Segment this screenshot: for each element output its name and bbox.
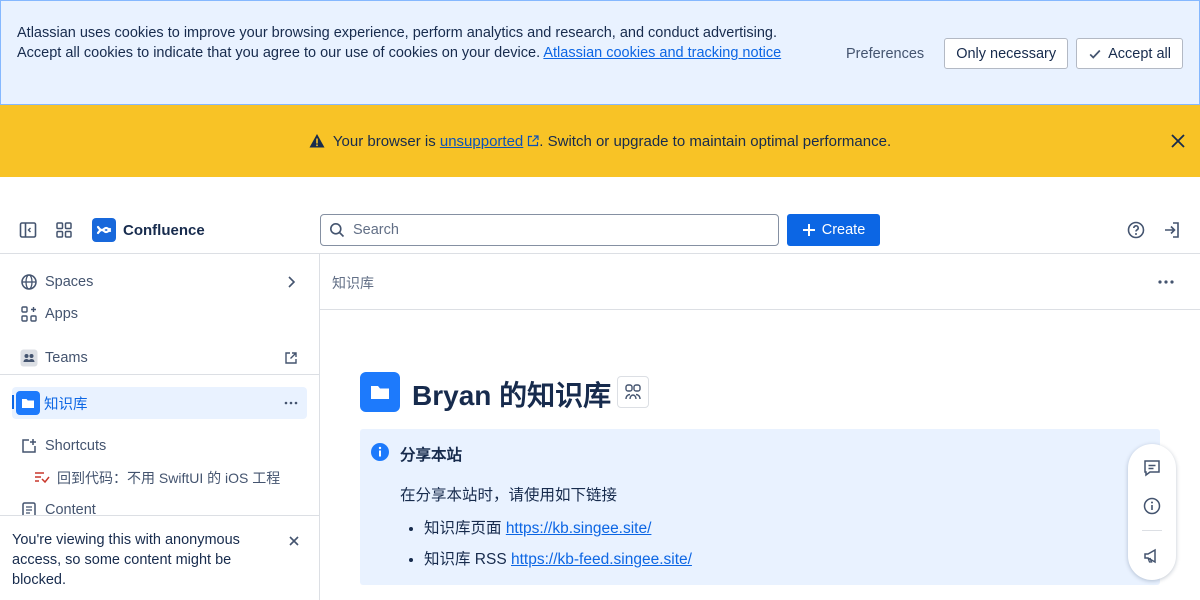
cookie-text: Atlassian uses cookies to improve your b… [17, 23, 787, 63]
accept-all-label: Accept all [1108, 45, 1171, 62]
preferences-button[interactable]: Preferences [834, 40, 936, 68]
sidebar-divider [0, 374, 319, 375]
sidebar-item-label: Shortcuts [45, 438, 107, 454]
sidebar-item-label: Teams [45, 350, 88, 366]
warning-icon [309, 134, 325, 148]
list-item: 知识库 RSS https://kb-feed.singee.site/ [424, 550, 692, 581]
main-content: 知识库 Bryan 的知识库 分享本站 在分享本站时，请使用如下链接 知识库页面… [320, 254, 1200, 600]
list-item-label: 知识库 RSS [424, 551, 511, 568]
create-label: Create [821, 222, 866, 238]
breadcrumb-bar: 知识库 [320, 254, 1200, 310]
search-input[interactable] [353, 222, 778, 238]
apps-icon [20, 305, 38, 323]
list-item: 知识库页面 https://kb.singee.site/ [424, 519, 692, 550]
folder-icon [16, 391, 40, 415]
app-switcher-icon[interactable] [54, 220, 74, 240]
breadcrumb[interactable]: 知识库 [332, 273, 374, 293]
cookie-banner: Atlassian uses cookies to improve your b… [0, 0, 1200, 105]
sidebar-shortcut-item[interactable]: 回到代码：不用 SwiftUI 的 iOS 工程 [24, 463, 307, 493]
only-necessary-button[interactable]: Only necessary [944, 38, 1069, 69]
shortcut-icon [20, 437, 38, 455]
list-item-label: 知识库页面 [424, 520, 506, 537]
more-actions-icon[interactable] [1156, 272, 1176, 292]
panel-title: 分享本站 [400, 447, 463, 464]
app-name: Confluence [123, 221, 205, 239]
link-list: 知识库页面 https://kb.singee.site/ 知识库 RSS ht… [424, 519, 692, 581]
sidebar-item-label: Spaces [45, 274, 94, 290]
unsupported-link[interactable]: unsupported [440, 133, 523, 150]
create-button[interactable]: Create [787, 214, 880, 246]
sidebar-item-shortcuts[interactable]: Shortcuts [12, 431, 307, 461]
globe-icon [20, 273, 38, 291]
page-title: Bryan 的知识库 [412, 380, 612, 411]
cookie-notice-link[interactable]: Atlassian cookies and tracking notice [543, 45, 781, 61]
info-icon[interactable] [1142, 496, 1162, 516]
accept-all-button[interactable]: Accept all [1076, 38, 1183, 69]
external-link-icon [285, 352, 297, 364]
confluence-logo-icon [92, 218, 116, 242]
sidebar-item-label: Apps [45, 306, 79, 322]
external-link-icon [528, 135, 539, 147]
chevron-right-icon [288, 276, 296, 288]
close-icon[interactable] [287, 534, 301, 548]
people-icon [625, 384, 641, 400]
teams-icon [20, 349, 38, 367]
warning-prefix: Your browser is [332, 132, 436, 150]
sidebar-item-teams[interactable]: Teams [12, 343, 307, 373]
info-panel: 分享本站 在分享本站时，请使用如下链接 知识库页面 https://kb.sin… [360, 429, 1160, 585]
panel-description: 在分享本站时，请使用如下链接 [400, 487, 618, 504]
confluence-logo[interactable]: Confluence [92, 218, 205, 242]
search-box[interactable] [320, 214, 779, 246]
help-icon[interactable] [1126, 220, 1146, 240]
info-icon [371, 443, 389, 461]
warning-suffix: . Switch or upgrade to maintain optimal … [539, 132, 892, 150]
more-icon[interactable] [283, 395, 299, 411]
plus-icon [802, 224, 815, 236]
only-necessary-label: Only necessary [956, 45, 1057, 62]
page-link-icon [32, 469, 50, 487]
close-icon[interactable] [1170, 133, 1186, 149]
sidebar-item-space-knowledge-base[interactable]: 知识库 [12, 387, 307, 419]
check-icon [1089, 49, 1101, 59]
sidebar-item-label: 知识库 [44, 396, 88, 413]
shortcut-label: 回到代码：不用 SwiftUI 的 iOS 工程 [57, 470, 281, 486]
comment-icon[interactable] [1142, 458, 1162, 478]
search-icon [330, 223, 345, 238]
cookie-actions: Preferences Only necessary Accept all [834, 38, 1183, 69]
sidebar-toggle-icon[interactable] [18, 220, 38, 240]
top-navigation: Confluence Create [0, 177, 1200, 254]
notice-text: You're viewing this with anonymous acces… [12, 532, 240, 588]
space-team-button[interactable] [617, 376, 649, 408]
space-folder-icon [360, 372, 400, 412]
kb-rss-link[interactable]: https://kb-feed.singee.site/ [511, 551, 692, 568]
sidebar: Spaces Apps Teams 知识库 Shortcuts 回到代码：不用 … [0, 254, 320, 600]
browser-warning-banner: Your browser is unsupported . Switch or u… [0, 105, 1200, 177]
megaphone-icon[interactable] [1142, 546, 1162, 566]
kb-page-link[interactable]: https://kb.singee.site/ [506, 520, 652, 537]
sidebar-item-spaces[interactable]: Spaces [12, 267, 307, 297]
anonymous-access-notice: You're viewing this with anonymous acces… [0, 515, 319, 600]
sidebar-item-apps[interactable]: Apps [12, 299, 307, 329]
floating-toolbar [1128, 444, 1176, 580]
sign-in-icon[interactable] [1162, 220, 1182, 240]
toolbar-divider [1142, 530, 1162, 531]
